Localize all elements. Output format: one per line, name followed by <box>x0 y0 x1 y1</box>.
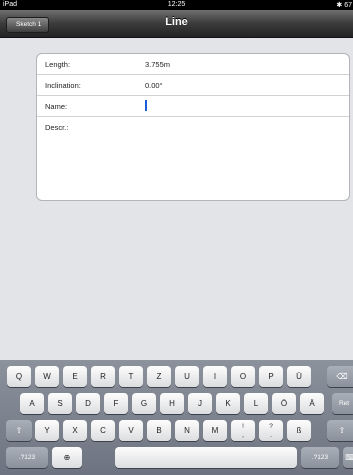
key-i[interactable]: I <box>203 366 227 387</box>
inclination-value[interactable]: 0.00° <box>145 81 163 90</box>
navigation-bar: Sketch 1 Line <box>0 10 353 38</box>
detail-pane: Length: 3.755m Inclination: 0.00° Name: … <box>0 38 353 360</box>
status-bar: iPad 12:25 ✱ 67 <box>0 0 353 10</box>
key-l[interactable]: L <box>244 393 268 414</box>
on-screen-keyboard: Q W E R T Z U I O P Ü ⌫ A S D F G H J K L Ö Ä Ret ⇧ Y X C V B N M! ,? .… <box>0 360 353 475</box>
space-bar[interactable] <box>115 447 297 468</box>
key-[interactable]: ? . <box>259 420 283 441</box>
key-t[interactable]: T <box>119 366 143 387</box>
key-n[interactable]: N <box>175 420 199 441</box>
length-value[interactable]: 3.755m <box>145 60 170 69</box>
key-q[interactable]: Q <box>7 366 31 387</box>
key-y[interactable]: Y <box>35 420 59 441</box>
battery-indicator: ✱ 67 <box>336 2 352 9</box>
length-row: Length: 3.755m <box>37 54 349 75</box>
key-j[interactable]: J <box>188 393 212 414</box>
key-g[interactable]: G <box>132 393 156 414</box>
key-ä[interactable]: Ä <box>300 393 324 414</box>
key-a[interactable]: A <box>20 393 44 414</box>
key-ü[interactable]: Ü <box>287 366 311 387</box>
length-label: Length: <box>45 60 71 69</box>
key-m[interactable]: M <box>203 420 227 441</box>
name-label: Name: <box>45 102 68 111</box>
backspace-key[interactable]: ⌫ <box>327 366 353 387</box>
hide-keyboard-key[interactable]: ⌨ <box>343 447 353 468</box>
key-d[interactable]: D <box>76 393 100 414</box>
key-z[interactable]: Z <box>147 366 171 387</box>
key-c[interactable]: C <box>91 420 115 441</box>
key-u[interactable]: U <box>175 366 199 387</box>
name-row: Name: <box>37 96 349 117</box>
shift-key[interactable]: ⇧ <box>327 420 353 441</box>
key-w[interactable]: W <box>35 366 59 387</box>
return-key[interactable]: Ret <box>332 393 353 414</box>
line-properties-form: Length: 3.755m Inclination: 0.00° Name: … <box>36 53 350 201</box>
descr-label: Descr.: <box>45 123 69 132</box>
description-field[interactable]: Descr.: <box>37 117 349 200</box>
globe-icon[interactable]: ⊕ <box>52 447 82 468</box>
key-v[interactable]: V <box>119 420 143 441</box>
inclination-row: Inclination: 0.00° <box>37 75 349 96</box>
key-r[interactable]: R <box>91 366 115 387</box>
key-ß[interactable]: ß <box>287 420 311 441</box>
key-f[interactable]: F <box>104 393 128 414</box>
key-o[interactable]: O <box>231 366 255 387</box>
key-[interactable]: ! , <box>231 420 255 441</box>
key-h[interactable]: H <box>160 393 184 414</box>
key-x[interactable]: X <box>63 420 87 441</box>
key-p[interactable]: P <box>259 366 283 387</box>
key-s[interactable]: S <box>48 393 72 414</box>
numbers-key[interactable]: .?123 <box>6 447 48 468</box>
status-time: 12:25 <box>167 1 186 8</box>
key-b[interactable]: B <box>147 420 171 441</box>
inclination-label: Inclination: <box>45 81 81 90</box>
shift-key[interactable]: ⇧ <box>6 420 32 441</box>
key-ö[interactable]: Ö <box>272 393 296 414</box>
text-cursor <box>145 100 147 111</box>
page-title: Line <box>165 16 188 28</box>
key-e[interactable]: E <box>63 366 87 387</box>
numbers-key[interactable]: .?123 <box>301 447 339 468</box>
key-k[interactable]: K <box>216 393 240 414</box>
